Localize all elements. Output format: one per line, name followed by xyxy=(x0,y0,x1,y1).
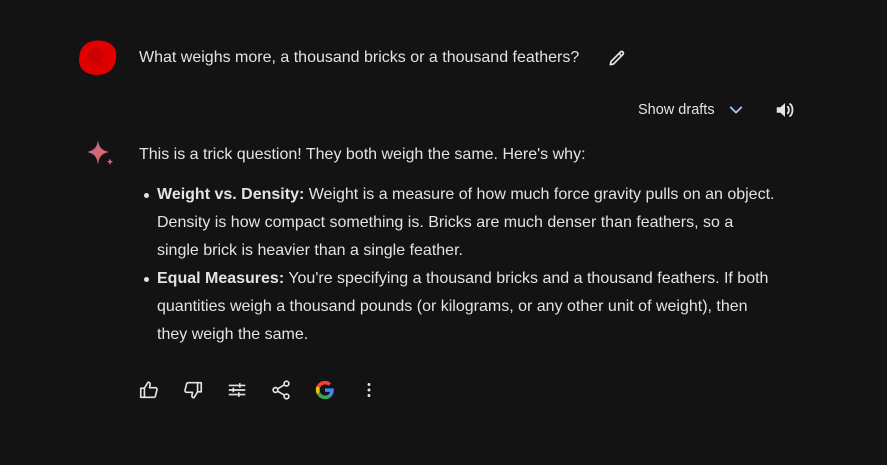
list-item: Equal Measures: You're specifying a thou… xyxy=(144,265,779,349)
thumbs-up-button[interactable] xyxy=(137,378,161,402)
bullet-title: Weight vs. Density: xyxy=(157,186,305,203)
show-drafts-button[interactable]: Show drafts xyxy=(638,98,745,122)
user-prompt: What weighs more, a thousand bricks or a… xyxy=(139,49,580,66)
thumbs-up-icon xyxy=(139,381,158,399)
share-button[interactable] xyxy=(269,378,293,402)
thumbs-down-button[interactable] xyxy=(181,378,205,402)
response-body: This is a trick question! They both weig… xyxy=(139,141,779,349)
google-icon xyxy=(315,380,334,400)
modify-response-icon xyxy=(228,383,246,397)
list-item: Weight vs. Density: Weight is a measure … xyxy=(144,181,779,265)
google-search-button[interactable] xyxy=(313,378,337,402)
more-options-button[interactable] xyxy=(357,378,381,402)
listen-button[interactable] xyxy=(772,97,798,123)
pencil-icon xyxy=(609,50,625,66)
speaker-icon xyxy=(776,103,794,117)
more-vert-icon xyxy=(367,383,371,397)
response-action-bar xyxy=(137,378,381,402)
response-bullet-list: Weight vs. Density: Weight is a measure … xyxy=(139,181,779,349)
share-icon xyxy=(272,380,290,400)
chevron-down-icon xyxy=(729,106,742,114)
response-intro: This is a trick question! They both weig… xyxy=(139,146,586,163)
thumbs-down-icon xyxy=(184,381,203,399)
user-avatar-red-blob xyxy=(79,40,117,75)
gemini-sparkle-icon xyxy=(84,138,118,172)
show-drafts-label: Show drafts xyxy=(638,102,715,118)
bullet-title: Equal Measures: xyxy=(157,270,285,287)
edit-prompt-button[interactable] xyxy=(604,45,630,71)
modify-response-button[interactable] xyxy=(225,378,249,402)
user-avatar[interactable] xyxy=(78,38,118,78)
